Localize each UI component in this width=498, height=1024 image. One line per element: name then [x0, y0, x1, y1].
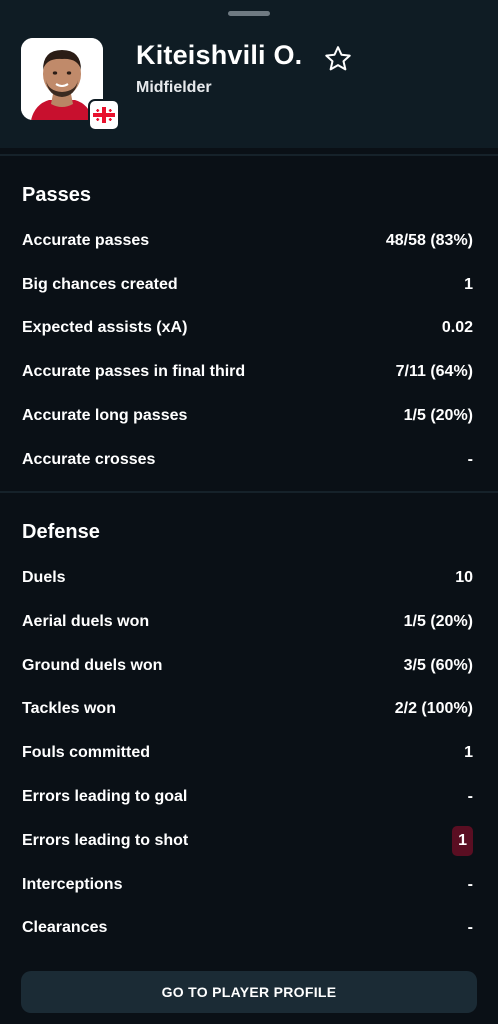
player-stats-sheet: Kiteishvili O. Midfielder Passes Accurat… [0, 0, 498, 1024]
stat-label: Aerial duels won [22, 613, 150, 630]
stat-value: 2/2 (100%) [394, 700, 473, 717]
stat-value: 1 [464, 744, 473, 761]
stat-label: Errors leading to goal [22, 788, 188, 805]
stat-label: Accurate long passes [22, 407, 188, 424]
stat-label: Interceptions [22, 876, 123, 893]
stat-label: Duels [22, 569, 66, 586]
section-divider [0, 154, 498, 156]
player-position: Midfielder [136, 79, 212, 96]
stat-row-fouls-committed: Fouls committed 1 [22, 741, 473, 765]
stat-label: Ground duels won [22, 657, 163, 674]
stat-label: Expected assists (xA) [22, 319, 188, 336]
stat-row-errors-to-goal: Errors leading to goal - [22, 785, 473, 809]
stat-value: - [467, 919, 473, 936]
player-header: Kiteishvili O. Midfielder [0, 0, 498, 148]
stat-label: Big chances created [22, 276, 178, 293]
error-count-badge: 1 [452, 826, 473, 856]
stat-value: - [467, 788, 473, 805]
stat-value: 1/5 (20%) [403, 407, 473, 424]
stat-row-long-passes: Accurate long passes 1/5 (20%) [22, 404, 473, 428]
stat-label: Tackles won [22, 700, 116, 717]
player-name: Kiteishvili O. [136, 40, 303, 70]
stat-label: Accurate passes in final third [22, 363, 246, 380]
stat-row-aerial-duels: Aerial duels won 1/5 (20%) [22, 610, 473, 634]
stat-row-clearances: Clearances - [22, 916, 473, 940]
stat-value: - [467, 451, 473, 468]
go-to-player-profile-button[interactable]: GO TO PLAYER PROFILE [21, 971, 477, 1013]
stat-value: 1/5 (20%) [403, 613, 473, 630]
stat-label: Accurate passes [22, 232, 150, 249]
stat-row-ground-duels: Ground duels won 3/5 (60%) [22, 654, 473, 678]
star-outline-icon[interactable] [323, 44, 353, 74]
stat-value: - [467, 876, 473, 893]
stat-row-big-chances-created: Big chances created 1 [22, 273, 473, 297]
stat-label: Fouls committed [22, 744, 151, 761]
stat-label: Errors leading to shot [22, 832, 189, 849]
stat-row-final-third-passes: Accurate passes in final third 7/11 (64%… [22, 360, 473, 384]
stat-row-expected-assists: Expected assists (xA) 0.02 [22, 316, 473, 340]
section-divider [0, 491, 498, 493]
defense-section-title: Defense [22, 521, 100, 543]
stat-value: 0.02 [441, 319, 473, 336]
stat-row-errors-to-shot: Errors leading to shot 1 [22, 826, 473, 856]
stat-label: Clearances [22, 919, 108, 936]
stat-row-accurate-passes: Accurate passes 48/58 (83%) [22, 229, 473, 253]
stat-value: 1 [464, 276, 473, 293]
stat-row-accurate-crosses: Accurate crosses - [22, 448, 473, 472]
stat-row-duels: Duels 10 [22, 566, 473, 590]
stat-value: 48/58 (83%) [385, 232, 473, 249]
stat-row-tackles-won: Tackles won 2/2 (100%) [22, 697, 473, 721]
georgia-flag-icon [88, 99, 120, 131]
stat-value: 7/11 (64%) [395, 363, 473, 380]
stat-value: 3/5 (60%) [403, 657, 473, 674]
stat-value: 10 [455, 569, 473, 586]
passes-section-title: Passes [22, 184, 91, 206]
drag-handle[interactable] [228, 11, 270, 16]
stat-row-interceptions: Interceptions - [22, 873, 473, 897]
stat-label: Accurate crosses [22, 451, 156, 468]
